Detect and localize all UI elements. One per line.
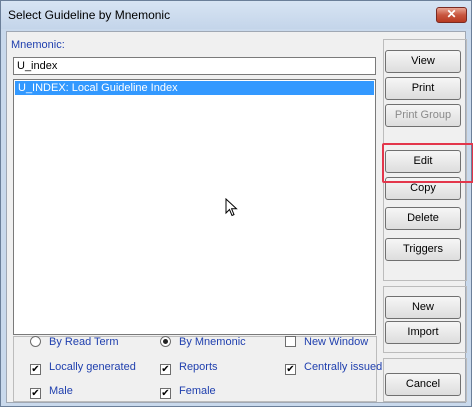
view-button[interactable]: View: [385, 50, 461, 73]
male-label: Male: [49, 385, 73, 397]
male-checkbox[interactable]: ✔: [30, 388, 41, 399]
guideline-listbox[interactable]: U_INDEX: Local Guideline Index: [13, 79, 376, 335]
female-label: Female: [179, 385, 216, 397]
close-button[interactable]: ✕: [436, 7, 467, 23]
cancel-button[interactable]: Cancel: [385, 373, 461, 396]
by-mnemonic-option[interactable]: By Mnemonic: [160, 335, 246, 349]
close-icon: ✕: [446, 7, 457, 21]
female-option[interactable]: ✔ Female: [160, 384, 216, 399]
mnemonic-input[interactable]: [13, 57, 376, 75]
triggers-button[interactable]: Triggers: [385, 238, 461, 261]
edit-button-highlight: [382, 143, 473, 183]
locally-generated-label: Locally generated: [49, 361, 136, 373]
new-button[interactable]: New: [385, 296, 461, 319]
by-read-term-option[interactable]: By Read Term: [30, 335, 119, 349]
print-group-button[interactable]: Print Group: [385, 104, 461, 127]
locally-generated-option[interactable]: ✔ Locally generated: [30, 360, 136, 375]
window-title: Select Guideline by Mnemonic: [8, 8, 171, 22]
title-bar: Select Guideline by Mnemonic ✕: [1, 1, 471, 29]
by-mnemonic-label: By Mnemonic: [179, 336, 246, 348]
import-button[interactable]: Import: [385, 321, 461, 344]
by-read-term-label: By Read Term: [49, 336, 119, 348]
mnemonic-label: Mnemonic:: [11, 39, 65, 51]
list-item[interactable]: U_INDEX: Local Guideline Index: [15, 81, 374, 95]
reports-checkbox[interactable]: ✔: [160, 364, 171, 375]
by-read-term-radio[interactable]: [30, 336, 41, 347]
mouse-pointer-icon: [225, 198, 238, 217]
dialog-window: Select Guideline by Mnemonic ✕ Mnemonic:…: [0, 0, 473, 407]
delete-button[interactable]: Delete: [385, 207, 461, 230]
centrally-issued-label: Centrally issued: [304, 361, 383, 373]
new-window-label: New Window: [304, 336, 369, 348]
by-mnemonic-radio[interactable]: [160, 336, 171, 347]
female-checkbox[interactable]: ✔: [160, 388, 171, 399]
reports-option[interactable]: ✔ Reports: [160, 360, 218, 375]
centrally-issued-option[interactable]: ✔ Centrally issued: [285, 360, 383, 375]
male-option[interactable]: ✔ Male: [30, 384, 73, 399]
centrally-issued-checkbox[interactable]: ✔: [285, 364, 296, 375]
new-window-checkbox[interactable]: [285, 336, 296, 347]
new-window-option[interactable]: New Window: [285, 335, 368, 349]
print-button[interactable]: Print: [385, 77, 461, 100]
reports-label: Reports: [179, 361, 218, 373]
locally-generated-checkbox[interactable]: ✔: [30, 364, 41, 375]
